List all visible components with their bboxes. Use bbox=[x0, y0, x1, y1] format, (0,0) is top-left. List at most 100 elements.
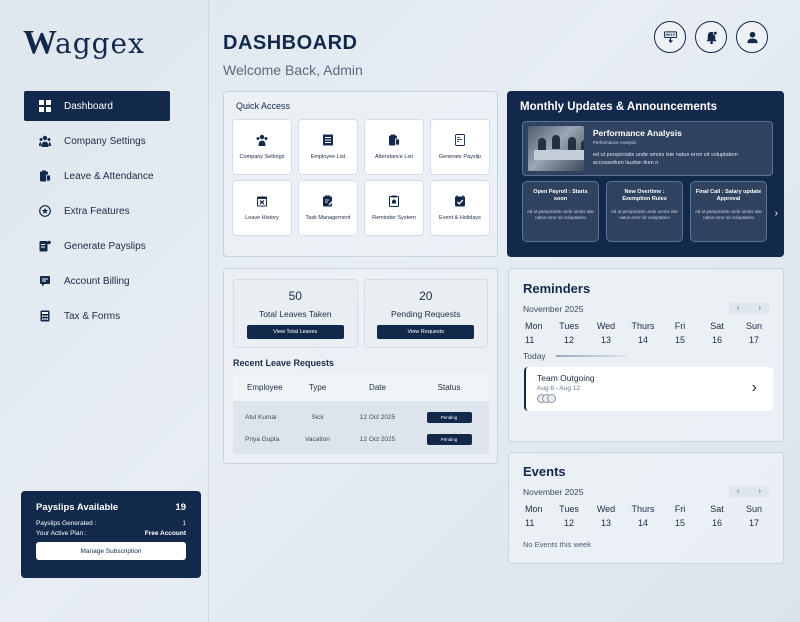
pending-requests-card: 20 Pending Requests View Requests bbox=[363, 279, 488, 348]
chevron-left-icon[interactable]: ‹ bbox=[737, 486, 739, 497]
manage-subscription-button[interactable]: Manage Subscription bbox=[36, 542, 186, 560]
chevron-left-icon[interactable]: ‹ bbox=[737, 303, 739, 314]
sidebar-item-leave-attendance[interactable]: Leave & Attendance bbox=[24, 161, 170, 191]
today-divider bbox=[555, 355, 626, 357]
quick-access-task-management[interactable]: Task Management bbox=[298, 180, 358, 236]
chevron-right-icon[interactable]: › bbox=[759, 303, 761, 314]
today-label: Today bbox=[523, 351, 546, 361]
type-cell: Sick bbox=[311, 413, 324, 421]
date-cell[interactable]: 13 bbox=[591, 335, 621, 345]
sidebar-item-account-billing[interactable]: Account Billing bbox=[24, 266, 170, 296]
tile-label: Reminder System bbox=[372, 215, 416, 221]
sidebar-divider bbox=[208, 0, 209, 622]
date-cell[interactable]: 12 bbox=[554, 335, 584, 345]
sidebar-item-label: Extra Features bbox=[64, 205, 130, 217]
featured-subtitle: Performance Analysis bbox=[592, 140, 637, 145]
quick-access-generate-payslip[interactable]: Generate Payslip bbox=[430, 119, 490, 175]
month-navigation[interactable]: ‹ › bbox=[729, 486, 769, 497]
document-icon bbox=[38, 240, 51, 253]
date-cell[interactable]: 11 bbox=[525, 518, 547, 528]
date-cell[interactable]: 17 bbox=[739, 518, 769, 528]
table-row[interactable]: Atul Kumar Sick 12 Oct 2025 Pending bbox=[233, 406, 489, 428]
date-cell[interactable]: 11 bbox=[525, 335, 547, 345]
month-label: November 2025 bbox=[523, 486, 584, 497]
quick-access-employee-list[interactable]: Employee List bbox=[298, 119, 358, 175]
sidebar-item-label: Company Settings bbox=[64, 135, 146, 147]
announcements-title: Monthly Updates & Announcements bbox=[520, 101, 717, 113]
month-navigation[interactable]: ‹ › bbox=[729, 303, 769, 314]
quick-access-event-holidays[interactable]: Event & Holidays bbox=[430, 180, 490, 236]
status-badge[interactable]: Pending bbox=[426, 433, 472, 445]
calendar-check-icon bbox=[455, 195, 465, 207]
date-cell[interactable]: 16 bbox=[702, 518, 732, 528]
announcement-card[interactable]: New Overtime : Exemption Rules ed ut per… bbox=[606, 181, 683, 242]
tile-label: Company Settings bbox=[239, 154, 285, 160]
quick-access-attendance-list[interactable]: Attendance List bbox=[364, 119, 424, 175]
tile-label: Event & Holidays bbox=[439, 215, 481, 221]
announcement-card-title: Final Call : Salary update Approval bbox=[695, 189, 762, 202]
date-cell[interactable]: 16 bbox=[702, 335, 732, 345]
tile-label: Task Management bbox=[305, 215, 351, 221]
date-cell[interactable]: 14 bbox=[628, 518, 658, 528]
quick-access-reminder-system[interactable]: Reminder System bbox=[364, 180, 424, 236]
announcement-card[interactable]: Final Call : Salary update Approval ed u… bbox=[690, 181, 767, 242]
date-cell[interactable]: 15 bbox=[665, 335, 695, 345]
active-plan-value: Free Account bbox=[144, 530, 186, 537]
page-title: DASHBOARD bbox=[223, 32, 358, 54]
date-cell[interactable]: 13 bbox=[591, 518, 621, 528]
date-cell[interactable]: 15 bbox=[665, 518, 695, 528]
pending-requests-label: Pending Requests bbox=[391, 309, 461, 319]
column-header: Status bbox=[437, 383, 461, 392]
leave-requests-table: Employee Type Date Status Atul Kumar Sic… bbox=[233, 374, 489, 454]
view-total-leaves-button[interactable]: View Total Leaves bbox=[246, 325, 344, 339]
star-icon bbox=[38, 205, 51, 218]
help-label: HELP bbox=[665, 33, 676, 37]
weekday-label: Sun bbox=[745, 504, 762, 514]
status-badge[interactable]: Pending bbox=[426, 411, 472, 423]
chevron-right-icon[interactable]: › bbox=[775, 208, 778, 219]
date-cell[interactable]: 14 bbox=[628, 335, 658, 345]
sidebar-item-company-settings[interactable]: Company Settings bbox=[24, 126, 170, 156]
view-requests-button[interactable]: View Requests bbox=[377, 325, 475, 339]
payslip-icon bbox=[455, 134, 465, 146]
sidebar-item-extra-features[interactable]: Extra Features bbox=[24, 196, 170, 226]
date-cell[interactable]: 17 bbox=[739, 335, 769, 345]
notifications-button[interactable] bbox=[695, 21, 727, 53]
weekday-label: Fri bbox=[674, 321, 686, 331]
table-row[interactable]: Priya Gupta Vacation 12 Oct 2025 Pending bbox=[233, 428, 489, 450]
alarm-icon bbox=[389, 195, 399, 207]
payslips-generated-label: Payslips Generated : bbox=[36, 520, 97, 527]
clipboard-icon bbox=[389, 134, 400, 146]
quick-access-leave-history[interactable]: Leave History bbox=[232, 180, 292, 236]
date-cell[interactable]: 12 bbox=[554, 518, 584, 528]
reminders-title: Reminders bbox=[523, 281, 591, 296]
events-title: Events bbox=[523, 464, 566, 479]
chevron-right-icon[interactable]: › bbox=[759, 486, 761, 497]
announcement-card[interactable]: Open Payroll : Starts soon ed ut perspic… bbox=[522, 181, 599, 242]
total-leaves-value: 50 bbox=[288, 289, 302, 303]
users-icon bbox=[256, 134, 268, 146]
task-icon bbox=[323, 195, 334, 207]
sidebar-item-tax-forms[interactable]: Tax & Forms bbox=[24, 301, 170, 331]
total-leaves-card: 50 Total Leaves Taken View Total Leaves bbox=[233, 279, 358, 348]
featured-title: Performance Analysis bbox=[592, 128, 682, 138]
profile-button[interactable] bbox=[736, 21, 768, 53]
chevron-right-icon[interactable]: › bbox=[752, 379, 757, 397]
date-cell: 12 Oct 2025 bbox=[359, 413, 396, 421]
meeting-photo bbox=[528, 126, 584, 171]
column-header: Employee bbox=[247, 383, 283, 392]
sidebar-item-generate-payslips[interactable]: Generate Payslips bbox=[24, 231, 170, 261]
tile-label: Generate Payslip bbox=[438, 154, 482, 160]
quick-access-company-settings[interactable]: Company Settings bbox=[232, 119, 292, 175]
pending-requests-value: 20 bbox=[419, 289, 433, 303]
payslips-generated-value: 1 bbox=[182, 520, 186, 527]
help-button[interactable]: HELP bbox=[654, 21, 686, 53]
events-panel: Events November 2025 ‹ › Mon Tues Wed Thu… bbox=[508, 452, 784, 564]
bell-icon bbox=[705, 30, 717, 44]
weekday-label: Mon bbox=[525, 504, 543, 514]
payslips-card: Payslips Available 19 Payslips Generated … bbox=[21, 491, 201, 578]
reminder-event-card[interactable]: Team Outgoing Aug 6 - Aug 12 › bbox=[524, 367, 773, 411]
sidebar-item-dashboard[interactable]: Dashboard bbox=[24, 91, 170, 121]
weekday-label: Sat bbox=[710, 321, 724, 331]
featured-announcement[interactable]: Performance Analysis Performance Analysi… bbox=[522, 121, 773, 176]
